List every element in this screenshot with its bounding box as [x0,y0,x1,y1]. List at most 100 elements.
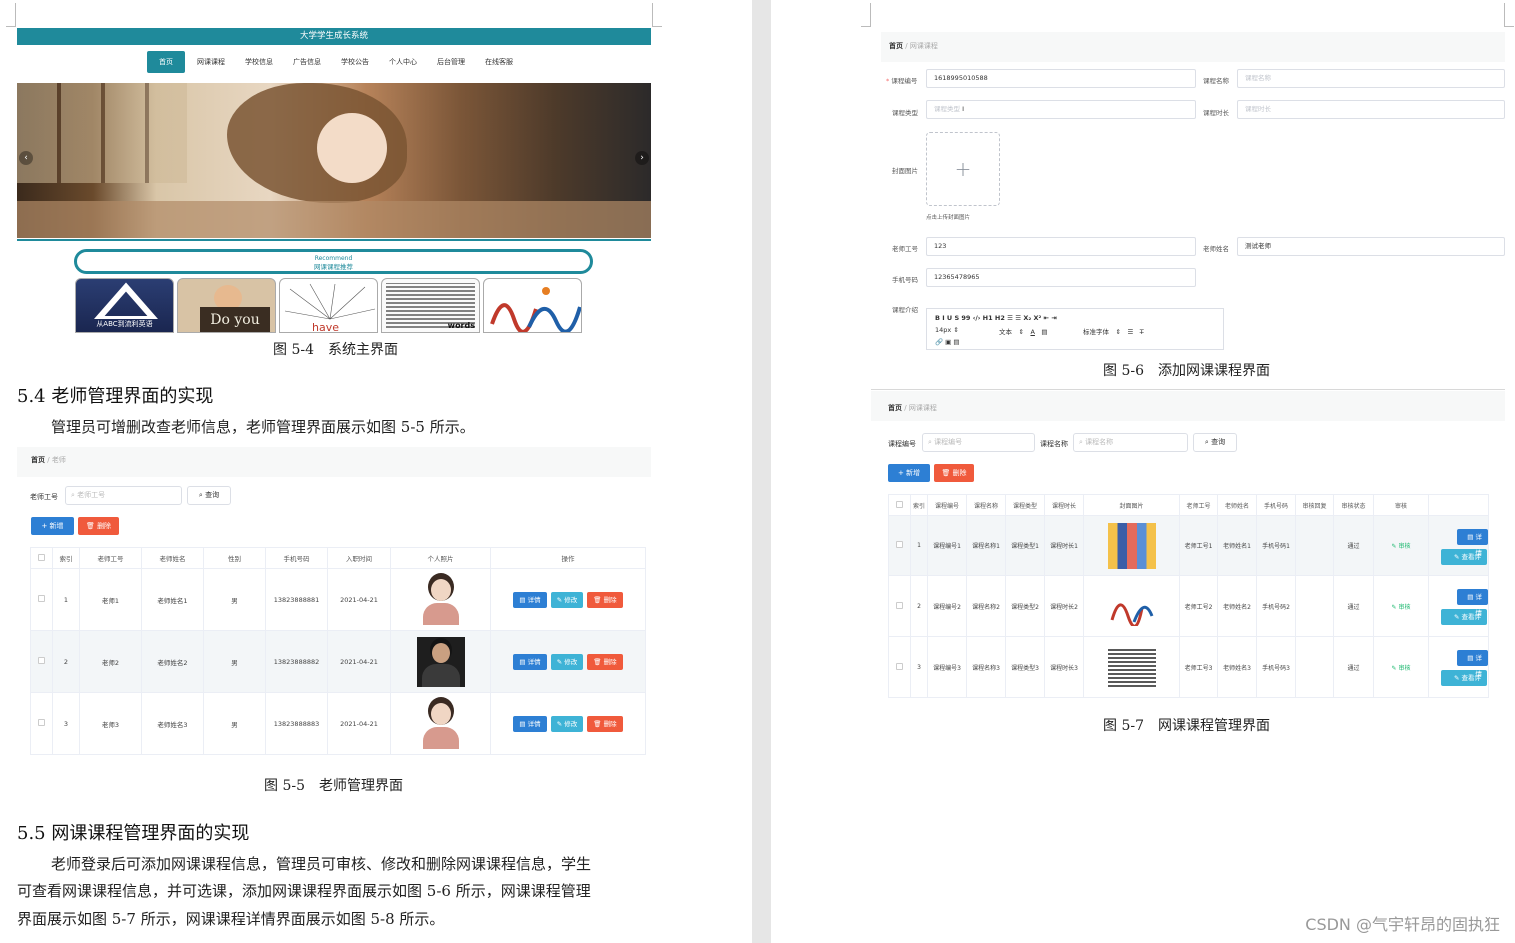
detail-button[interactable]: ▤ 详情 [1457,650,1488,678]
crop-mark [1504,3,1514,27]
recommend-header: Recommend 网课课程推荐 [74,249,593,274]
breadcrumb: 首页 / 老师 [31,456,66,464]
detail-button[interactable]: ▤ 详情 [513,653,547,670]
delete-button[interactable]: 🗑 删除 [934,464,974,482]
search-label: 老师工号 [30,493,58,501]
paragraph-line: 可查看网课课程信息，并可选课，添加网课课程界面展示如图 5-6 所示，网课课程管… [17,882,591,900]
figure-caption: 图 5-5 老师管理界面 [264,778,403,794]
nav-item-ads[interactable]: 广告信息 [285,53,329,71]
upload-hint: 点击上传封面图片 [926,215,971,221]
course-name-label: 课程名称 [1203,77,1229,85]
nav-item-profile[interactable]: 个人中心 [381,53,425,71]
nav-item-notices[interactable]: 学校公告 [333,53,377,71]
course-thumbnail[interactable] [483,278,582,333]
query-button[interactable]: ⌕ 查询 [187,486,231,505]
row-checkbox[interactable] [888,515,911,576]
teacher-photo [390,692,491,755]
table-header: 索引 课程编号 课程名称 课程类型 课程时长 封面图片 老师工号 老师姓名 手机… [888,494,1489,516]
delete-button[interactable]: 🗑 删除 [78,517,119,535]
phone-label: 手机号码 [892,276,918,284]
paragraph-line: 界面展示如图 5-7 所示，网课课程详情界面展示如图 5-8 所示。 [17,910,445,928]
detail-button[interactable]: ▤ 详情 [513,715,547,732]
table-row: 1 老师1 老师姓名1 男 13823888881 2021-04-21 ▤ 详… [30,568,646,631]
add-button[interactable]: + 新增 [888,464,930,482]
figure-teacher-management-screenshot: 首页 / 老师 老师工号 ⌕ 老师工号 ⌕ 查询 + 新增 🗑 删除 索引 老师… [17,445,651,767]
delete-row-button[interactable]: 🗑 删除 [587,591,623,608]
header-select[interactable]: 文本 ⇕ A ▤ [999,326,1048,336]
course-thumbnail[interactable]: 从ABC到流利英语 [75,278,174,333]
query-button[interactable]: ⌕ 查询 [1193,433,1237,452]
paragraph-line: 老师登录后可添加网课课程信息，管理员可审核、修改和删除网课课程信息，学生 [51,855,592,873]
course-type-input[interactable]: 课程类型 I [926,100,1196,119]
add-button[interactable]: + 新增 [31,517,74,535]
delete-row-button[interactable]: 🗑 删除 [587,653,623,670]
course-no-search-input[interactable]: ⌕ 课程编号 [922,433,1035,452]
course-hours-input[interactable]: 课程时长 [1237,100,1505,119]
course-no-label: * 课程编号 [886,77,918,85]
search-input[interactable]: ⌕ 老师工号 [65,486,182,505]
link-image-video-icon[interactable]: 🔗 ▣ ▤ [935,338,960,346]
edit-button[interactable]: ✎ 修改 [550,715,584,732]
course-thumbnail[interactable]: Do you [177,278,276,333]
row-checkbox[interactable] [30,692,53,755]
figure-caption: 图 5-7 网课课程管理界面 [1103,718,1270,734]
course-thumbnail[interactable]: words [381,278,480,333]
audit-link[interactable]: ✎ 审核 [1373,515,1429,576]
figure-system-main-screenshot: 大学学生成长系统 首页 网课课程 学校信息 广告信息 学校公告 个人中心 后台管… [17,28,651,333]
view-comments-button[interactable]: ✎ 查看评 [1441,548,1487,565]
row-checkbox[interactable] [888,575,911,637]
edit-button[interactable]: ✎ 修改 [550,653,584,670]
course-no-input[interactable]: 1618995010588 [926,69,1196,88]
breadcrumb: 首页 / 网课课程 [888,404,937,412]
nav-item-school-info[interactable]: 学校信息 [237,53,281,71]
crop-mark [6,3,16,27]
nav-item-admin[interactable]: 后台管理 [429,53,473,71]
crop-mark [861,3,871,27]
cover-image [1083,515,1180,576]
detail-button[interactable]: ▤ 详情 [1457,528,1488,557]
detail-button[interactable]: ▤ 详情 [513,591,547,608]
detail-button[interactable]: ▤ 详情 [1457,589,1488,617]
rich-text-editor[interactable]: B I U S 99 ‹/› H1 H2 ☰ ☰ X₂ X² ⇤ ⇥ 14px … [926,308,1224,350]
cover-image [1083,636,1180,698]
view-comments-button[interactable]: ✎ 查看评 [1441,609,1487,625]
row-checkbox[interactable] [30,630,53,693]
upload-plus-icon[interactable]: + [926,132,1000,206]
breadcrumb: 首页 / 网课课程 [889,42,938,50]
course-name-search-input[interactable]: ⌕ 课程名称 [1073,433,1188,452]
font-size-select[interactable]: 14px ⇕ [935,326,959,334]
nav-item-home[interactable]: 首页 [147,51,185,73]
search-label: 课程编号 [888,440,916,448]
figure-course-management-screenshot: 首页 / 网课课程 课程编号 ⌕ 课程编号 课程名称 ⌕ 课程名称 ⌕ 查询 +… [871,391,1505,703]
course-thumbnails: 从ABC到流利英语 Do you have words [75,278,582,333]
nav-item-support[interactable]: 在线客服 [477,53,521,71]
audit-link[interactable]: ✎ 审核 [1373,636,1429,698]
table-row: 2 老师2 老师姓名2 男 13823888882 2021-04-21 ▤ 详… [30,630,646,693]
row-checkbox[interactable] [30,568,53,631]
chevron-right-icon[interactable]: › [635,151,649,165]
cover-image [1083,575,1180,637]
teacher-no-input[interactable]: 123 [926,237,1196,256]
chevron-left-icon[interactable]: ‹ [19,151,33,165]
font-family-select[interactable]: 标准字体 ⇕ ☰ T̶ [1083,326,1144,336]
editor-toolbar[interactable]: B I U S 99 ‹/› H1 H2 ☰ ☰ X₂ X² ⇤ ⇥ [935,314,1057,322]
table-header: 索引 老师工号 老师姓名 性别 手机号码 入职时间 个人照片 操作 [30,547,646,569]
cover-label: 封面图片 [892,167,918,175]
view-comments-button[interactable]: ✎ 查看评 [1441,670,1487,686]
table-row: 3 老师3 老师姓名3 男 13823888883 2021-04-21 ▤ 详… [30,692,646,755]
audit-link[interactable]: ✎ 审核 [1373,575,1429,637]
phone-input[interactable]: 12365478965 [926,268,1196,287]
course-thumbnail[interactable]: have [279,278,378,333]
delete-row-button[interactable]: 🗑 删除 [587,715,623,732]
site-title: 大学学生成长系统 [17,28,651,45]
course-name-input[interactable]: 课程名称 [1237,69,1505,88]
nav-item-courses[interactable]: 网课课程 [189,53,233,71]
teacher-name-input[interactable]: 测试老师 [1237,237,1505,256]
section-heading: 5.5 网课课程管理界面的实现 [17,823,250,844]
select-all-checkbox[interactable] [888,494,911,516]
select-all-checkbox[interactable] [30,547,53,569]
table-row: 1 课程编号1 课程名称1 课程类型1 课程时长1 老师工号1 老师姓名1 手机… [888,515,1489,576]
course-type-label: 课程类型 [892,109,918,117]
edit-button[interactable]: ✎ 修改 [550,591,584,608]
row-checkbox[interactable] [888,636,911,698]
